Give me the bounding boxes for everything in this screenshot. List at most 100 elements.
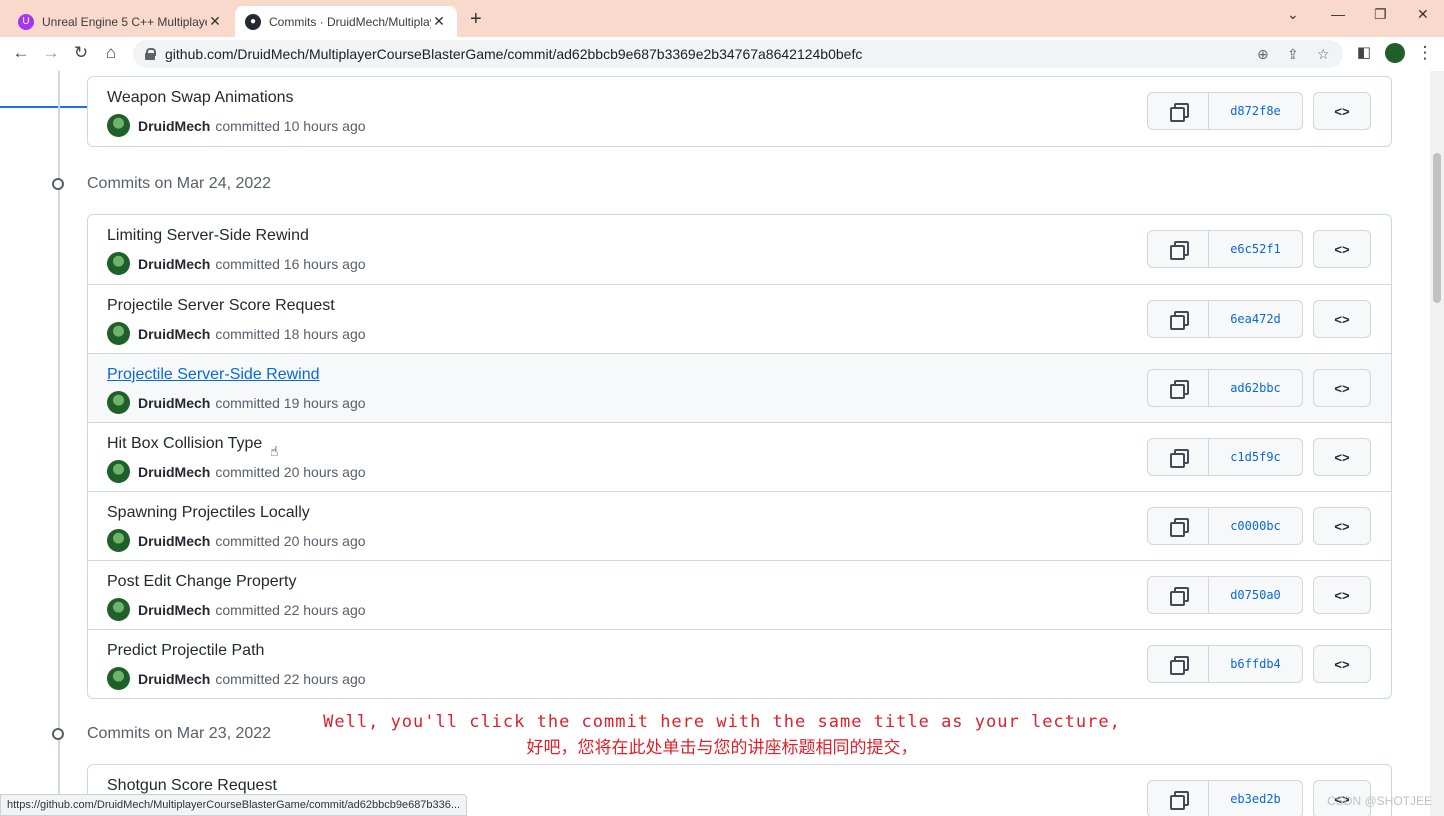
- commit-title-link[interactable]: Weapon Swap Animations: [107, 89, 293, 107]
- copy-sha-button[interactable]: [1147, 576, 1209, 614]
- close-window-icon[interactable]: ✕: [1417, 6, 1429, 23]
- avatar[interactable]: [107, 391, 130, 414]
- author-link[interactable]: DruidMech: [138, 671, 210, 687]
- copy-sha-button[interactable]: [1147, 300, 1209, 338]
- author-link[interactable]: DruidMech: [138, 395, 210, 411]
- author-link[interactable]: DruidMech: [138, 602, 210, 618]
- browser-toolbar: ← → ↻ ⌂ github.com/DruidMech/Multiplayer…: [0, 37, 1444, 108]
- commit-group-heading: Commits on Mar 24, 2022: [46, 175, 271, 193]
- copy-icon: [1170, 449, 1189, 468]
- copy-sha-button[interactable]: [1147, 507, 1209, 545]
- commit-title-link[interactable]: Projectile Server-Side Rewind: [107, 366, 320, 384]
- copy-icon: [1170, 587, 1189, 606]
- copy-icon: [1170, 791, 1189, 810]
- address-bar[interactable]: github.com/DruidMech/MultiplayerCourseBl…: [133, 40, 1343, 68]
- browse-repo-button[interactable]: <>: [1313, 92, 1371, 130]
- commit-title-link[interactable]: Limiting Server-Side Rewind: [107, 227, 309, 245]
- new-tab-button[interactable]: +: [470, 8, 482, 31]
- commit-actions: ad62bbc <>: [1147, 369, 1371, 407]
- zoom-icon[interactable]: ⊕: [1257, 46, 1269, 63]
- author-link[interactable]: DruidMech: [138, 464, 210, 480]
- author-link[interactable]: DruidMech: [138, 326, 210, 342]
- sha-button[interactable]: 6ea472d: [1209, 300, 1303, 338]
- commit-row: Post Edit Change Property DruidMech commi…: [88, 560, 1391, 629]
- copy-sha-button[interactable]: [1147, 438, 1209, 476]
- commit-title-link[interactable]: Spawning Projectiles Locally: [107, 504, 310, 522]
- commit-title-link[interactable]: Projectile Server Score Request: [107, 297, 335, 315]
- commit-time: committed 22 hours ago: [215, 601, 366, 618]
- commit-actions: d872f8e <>: [1147, 92, 1371, 130]
- copy-icon: [1170, 241, 1189, 260]
- commit-title-link[interactable]: Shotgun Score Request: [107, 777, 277, 795]
- avatar[interactable]: [107, 460, 130, 483]
- author-link[interactable]: DruidMech: [138, 118, 210, 134]
- sha-button[interactable]: c0000bc: [1209, 507, 1303, 545]
- back-icon[interactable]: ←: [10, 43, 32, 63]
- browse-repo-button[interactable]: <>: [1313, 300, 1371, 338]
- forward-icon[interactable]: →: [40, 43, 62, 63]
- close-tab-icon[interactable]: ✕: [207, 13, 223, 30]
- sha-button[interactable]: d872f8e: [1209, 92, 1303, 130]
- status-bar-url: https://github.com/DruidMech/Multiplayer…: [0, 794, 468, 816]
- sha-button[interactable]: e6c52f1: [1209, 230, 1303, 268]
- menu-kebab-icon[interactable]: ⋮: [1414, 43, 1436, 63]
- udemy-favicon-icon: U: [18, 13, 34, 30]
- browse-repo-button[interactable]: <>: [1313, 576, 1371, 614]
- avatar[interactable]: [107, 598, 130, 621]
- tab-search-icon[interactable]: ⌄: [1287, 6, 1299, 23]
- commit-actions: b6ffdb4 <>: [1147, 645, 1371, 683]
- maximize-icon[interactable]: ❐: [1374, 6, 1387, 23]
- close-tab-icon[interactable]: ✕: [431, 13, 447, 30]
- commit-actions: c1d5f9c <>: [1147, 438, 1371, 476]
- sha-button[interactable]: ad62bbc: [1209, 369, 1303, 407]
- commit-title-link[interactable]: Post Edit Change Property: [107, 573, 296, 591]
- author-link[interactable]: DruidMech: [138, 533, 210, 549]
- browse-repo-button[interactable]: <>: [1313, 507, 1371, 545]
- commit-title-link[interactable]: Predict Projectile Path: [107, 642, 264, 660]
- bookmark-star-icon[interactable]: ☆: [1317, 46, 1330, 63]
- tab-unreal-course[interactable]: U Unreal Engine 5 C++ Multiplayer ✕: [8, 6, 233, 37]
- share-icon[interactable]: ⇪: [1287, 46, 1299, 63]
- copy-sha-button[interactable]: [1147, 230, 1209, 268]
- hand-cursor-icon: ☝: [270, 443, 279, 459]
- copy-sha-button[interactable]: [1147, 780, 1209, 816]
- commit-row: Projectile Server Score Request DruidMec…: [88, 284, 1391, 353]
- sha-button[interactable]: d0750a0: [1209, 576, 1303, 614]
- copy-sha-button[interactable]: [1147, 369, 1209, 407]
- commit-meta: DruidMech committed 22 hours ago: [107, 667, 366, 690]
- commit-node-icon: [46, 177, 72, 191]
- commit-meta: DruidMech committed 19 hours ago: [107, 391, 366, 414]
- avatar[interactable]: [107, 252, 130, 275]
- commit-meta: DruidMech committed 16 hours ago: [107, 252, 366, 275]
- home-icon[interactable]: ⌂: [100, 43, 122, 63]
- subtitle-english: Well, you'll click the commit here with …: [323, 712, 1121, 732]
- commit-actions: d0750a0 <>: [1147, 576, 1371, 614]
- scrollbar-thumb[interactable]: [1433, 153, 1441, 303]
- tab-github-commits[interactable]: ● Commits · DruidMech/Multiplayer ✕: [235, 6, 457, 37]
- sha-button[interactable]: eb3ed2b: [1209, 780, 1303, 816]
- sha-button[interactable]: c1d5f9c: [1209, 438, 1303, 476]
- author-link[interactable]: DruidMech: [138, 256, 210, 272]
- profile-avatar[interactable]: [1384, 43, 1406, 68]
- side-panel-icon[interactable]: ◧: [1353, 43, 1375, 61]
- commit-row: Weapon Swap Animations DruidMech committ…: [88, 77, 1391, 146]
- sha-button[interactable]: b6ffdb4: [1209, 645, 1303, 683]
- avatar[interactable]: [107, 114, 130, 137]
- browse-repo-button[interactable]: <>: [1313, 369, 1371, 407]
- commit-title-link[interactable]: Hit Box Collision Type: [107, 435, 262, 453]
- avatar[interactable]: [107, 667, 130, 690]
- minimize-icon[interactable]: —: [1331, 6, 1345, 22]
- avatar[interactable]: [107, 322, 130, 345]
- scrollbar[interactable]: [1430, 71, 1444, 816]
- browse-repo-button[interactable]: <>: [1313, 438, 1371, 476]
- tab-title: Commits · DruidMech/Multiplayer: [269, 14, 431, 29]
- watermark: CSDN @SHOTJEE: [1327, 794, 1432, 808]
- copy-sha-button[interactable]: [1147, 92, 1209, 130]
- avatar[interactable]: [107, 529, 130, 552]
- copy-sha-button[interactable]: [1147, 645, 1209, 683]
- browse-repo-button[interactable]: <>: [1313, 645, 1371, 683]
- browse-repo-button[interactable]: <>: [1313, 230, 1371, 268]
- commit-meta: DruidMech committed 10 hours ago: [107, 114, 366, 137]
- reload-icon[interactable]: ↻: [70, 43, 92, 63]
- commit-actions: e6c52f1 <>: [1147, 230, 1371, 268]
